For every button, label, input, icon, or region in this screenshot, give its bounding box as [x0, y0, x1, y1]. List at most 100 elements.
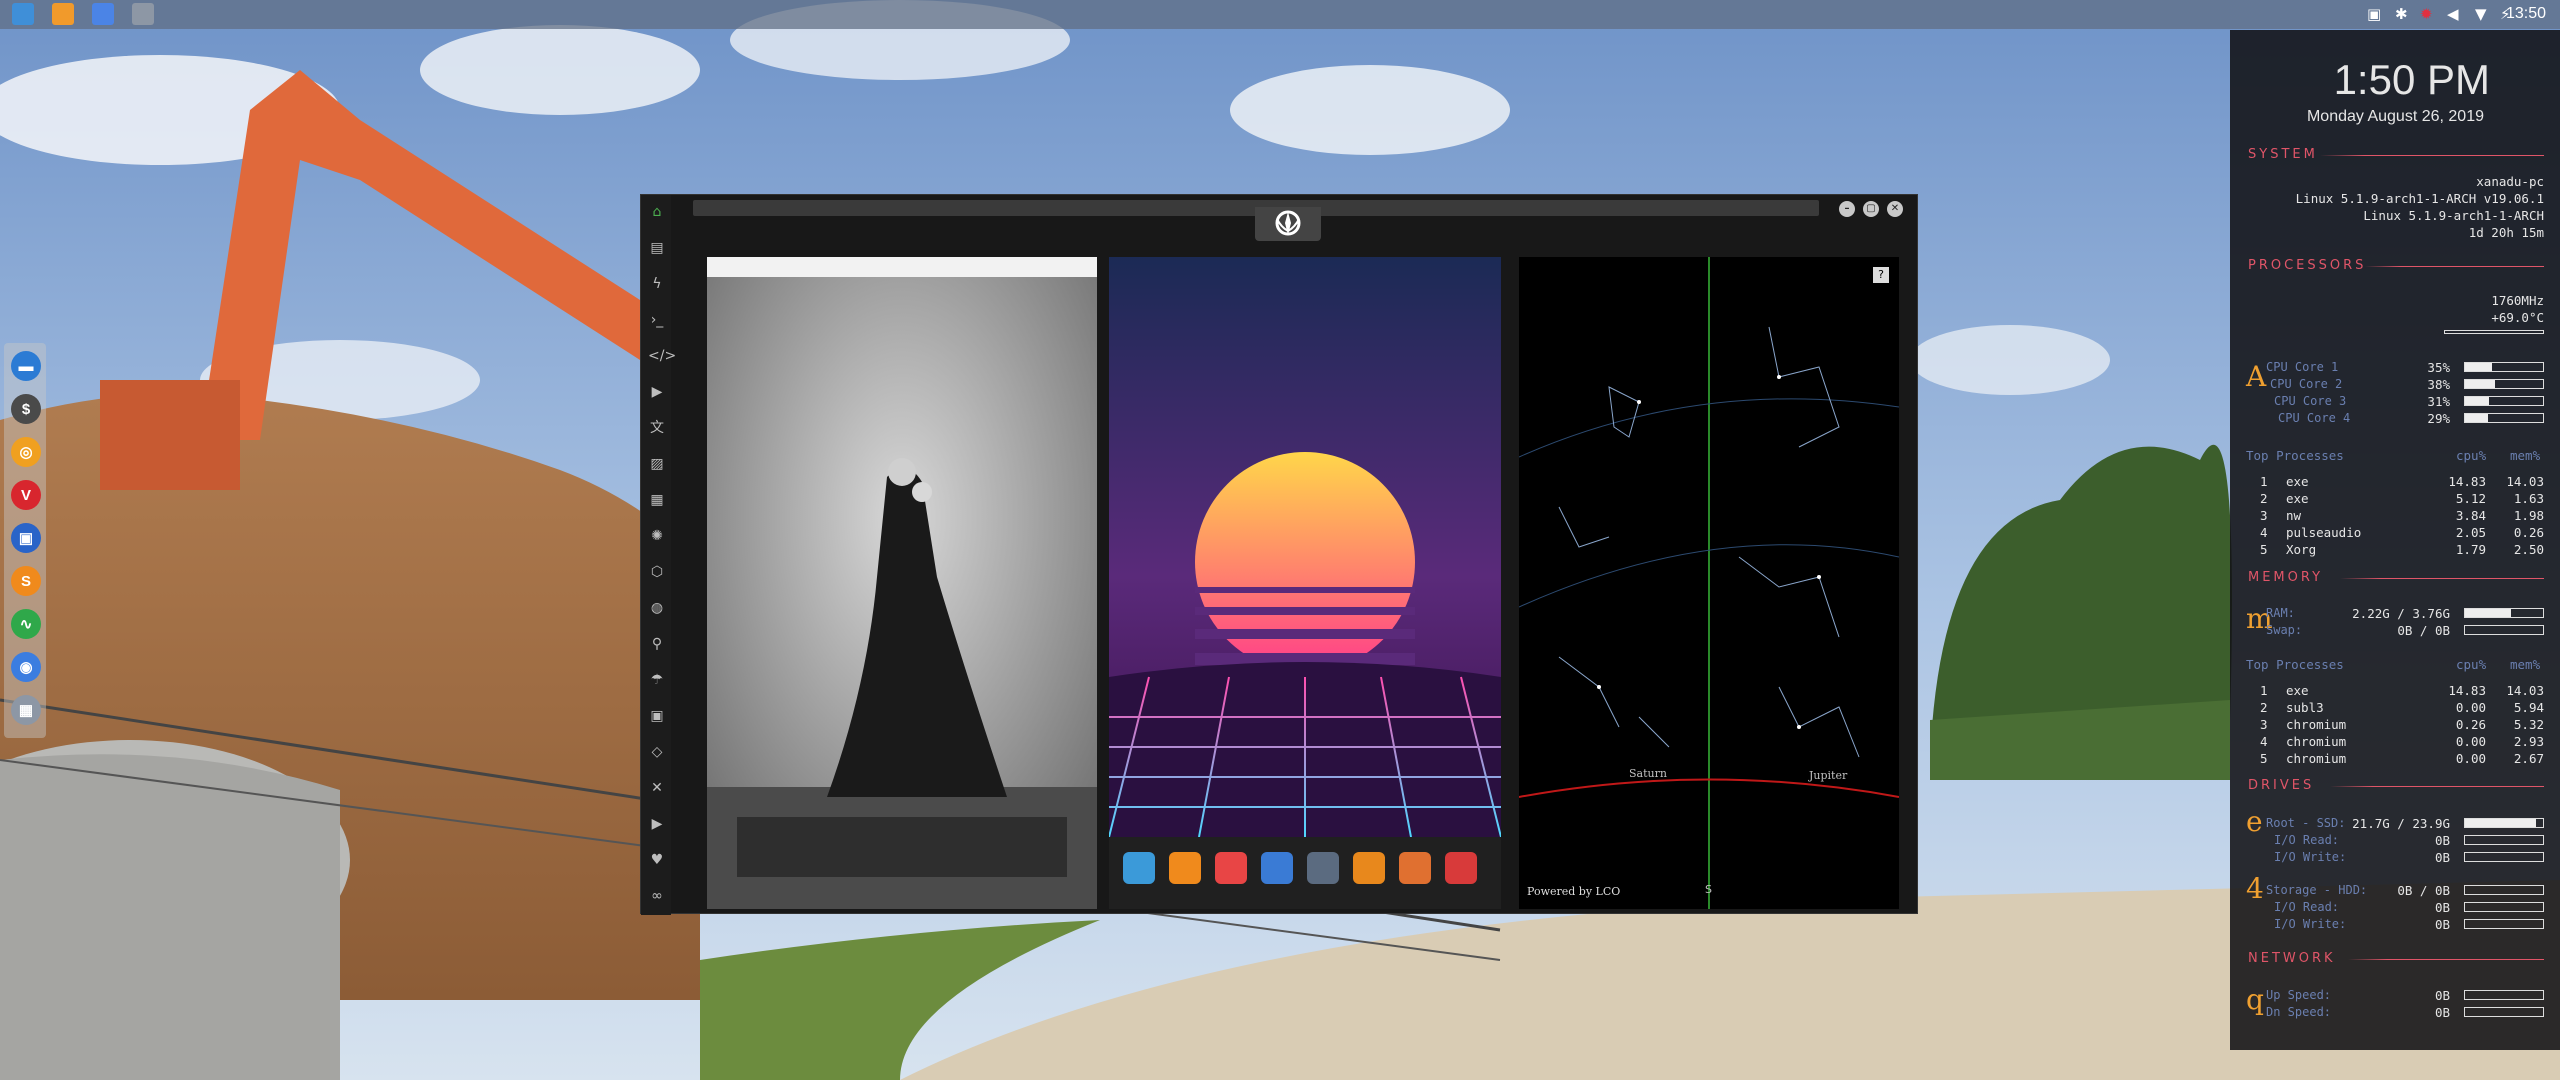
meridian-label: S [1705, 883, 1712, 896]
mem-process-name: subl3 [2286, 700, 2324, 715]
drives-glyph: e [2246, 805, 2263, 838]
grid-icon[interactable]: ▦ [11, 695, 41, 725]
bluetooth-icon[interactable]: ✱ [2395, 5, 2408, 23]
file-manager-icon[interactable] [12, 3, 34, 25]
rebel-emblem-icon [1275, 210, 1301, 236]
mem-process-rank: 2 [2260, 700, 2268, 715]
root-io-read-label: I/O Read: [2274, 833, 2340, 847]
vivaldi-icon[interactable]: V [11, 480, 41, 510]
magnifier-icon[interactable] [1353, 852, 1385, 884]
code-icon[interactable]: </> [648, 347, 676, 365]
planet-label-saturn: Saturn [1629, 767, 1667, 780]
root-label: Root - SSD: [2266, 816, 2346, 830]
cpu-total-bar [2444, 330, 2544, 334]
calendar-icon[interactable] [1215, 852, 1247, 884]
youtube-icon[interactable]: ▶ [648, 815, 666, 833]
money-manager-icon[interactable]: $ [11, 394, 41, 424]
mem-process-mem: 5.94 [2513, 700, 2544, 715]
news-icon[interactable]: ▦ [648, 491, 666, 509]
mountain-icon[interactable] [1445, 852, 1477, 884]
synthwave-panel [1109, 257, 1501, 909]
home-icon[interactable]: ⌂ [648, 203, 666, 221]
sublime-s-icon[interactable]: S [11, 566, 41, 596]
cpu-process-name: pulseaudio [2286, 525, 2362, 540]
root-io-write: 0B [2434, 850, 2450, 865]
arrow-icon[interactable] [1169, 852, 1201, 884]
screenshot-icon[interactable]: ▣ [11, 523, 41, 553]
mem-process-name: chromium [2286, 734, 2347, 749]
document-icon[interactable]: ▤ [648, 239, 666, 257]
cpu-frequency: 1760MHz [2491, 293, 2544, 308]
maximize-button[interactable]: ▢ [1863, 201, 1879, 217]
terminal-icon[interactable]: ›_ [648, 311, 666, 329]
picture-icon[interactable] [1399, 852, 1431, 884]
globe-icon[interactable] [1261, 852, 1293, 884]
portrait-photo [707, 257, 1097, 909]
notification-icon[interactable]: ✹ [2420, 5, 2433, 23]
synthwave-wallpaper [1109, 257, 1501, 838]
cpu-process-cpu: 1.79 [2455, 542, 2486, 557]
cpu-process-cpu: 3.84 [2455, 508, 2486, 523]
expand-icon[interactable]: ✕ [648, 779, 666, 797]
memory-divider [2340, 578, 2544, 579]
cpu-process-mem: 1.98 [2513, 508, 2544, 523]
mem-process-rank: 5 [2260, 751, 2268, 766]
app-window: ⌂ ▤ ϟ ›_ </> ▶ 文 ▨ ▦ ✺ ⬡ ◍ ⚲ ☂ ▣ ◇ ✕ ▶ ♥ ∞ – ▢ ✕ [640, 194, 1918, 915]
play-icon[interactable]: ▶ [648, 383, 666, 401]
volume-icon[interactable]: ◀ [2447, 5, 2459, 23]
calculator-icon[interactable] [1123, 852, 1155, 884]
cpu-process-rank: 1 [2260, 474, 2268, 489]
help-button[interactable]: ? [1873, 267, 1889, 283]
bolt-icon[interactable]: ϟ [648, 275, 666, 293]
mem-process-name: exe [2286, 683, 2309, 698]
system-divider [2320, 155, 2544, 156]
kernel-version: Linux 5.1.9-arch1-1-ARCH v19.06.1 [2295, 191, 2544, 206]
wifi-icon[interactable]: ▼ [2475, 5, 2487, 23]
sublime-text-icon[interactable] [52, 3, 74, 25]
contact-icon[interactable]: ▣ [648, 707, 666, 725]
root-io-read: 0B [2434, 833, 2450, 848]
system-monitor-icon[interactable]: ∿ [11, 609, 41, 639]
conky-time: 1:50 PM [2333, 56, 2490, 103]
storage-io-read: 0B [2434, 900, 2450, 915]
lifebuoy-icon[interactable]: ◎ [11, 437, 41, 467]
planet-label-jupiter: Jupiter [1809, 769, 1848, 782]
settings-icon[interactable]: ✺ [648, 527, 666, 545]
uptime: 1d 20h 15m [2468, 225, 2544, 240]
cpu-process-cpu: 14.83 [2448, 474, 2486, 489]
storage-read-bar [2464, 902, 2544, 912]
cpu-process-mem: 14.03 [2506, 474, 2544, 489]
cpu-process-mem: 0.26 [2513, 525, 2544, 540]
memory-heading: MEMORY [2248, 570, 2324, 585]
hexagon-icon[interactable]: ⬡ [648, 563, 666, 581]
emblem-tab[interactable] [1255, 207, 1321, 241]
chromium-icon[interactable] [92, 3, 114, 25]
cpu-process-cpu: 2.05 [2455, 525, 2486, 540]
close-button[interactable]: ✕ [1887, 201, 1903, 217]
translate-icon[interactable]: 文 [648, 419, 666, 437]
storage-io-write-label: I/O Write: [2274, 917, 2347, 931]
cpu-core-bar [2464, 362, 2544, 372]
cpu-core-label: CPU Core 4 [2278, 411, 2351, 425]
search-icon[interactable]: ⚲ [648, 635, 666, 653]
clock-icon[interactable] [1307, 852, 1339, 884]
storage-label: Storage - HDD: [2266, 883, 2368, 897]
screenshot-tray-icon[interactable]: ▣ [2367, 5, 2381, 23]
globe-icon[interactable]: ◍ [648, 599, 666, 617]
chrome-icon[interactable]: ◉ [11, 652, 41, 682]
conky-monitor: 1:50 PM Monday August 26, 2019 SYSTEM xa… [2230, 30, 2560, 1050]
mem-col-header: mem% [2510, 448, 2541, 463]
mem-process-rank: 1 [2260, 683, 2268, 698]
panel-clock[interactable]: 13:50 [2506, 5, 2546, 23]
umbrella-icon[interactable]: ☂ [648, 671, 666, 689]
heart-icon[interactable]: ♥ [648, 851, 666, 869]
minimize-button[interactable]: – [1839, 201, 1855, 217]
mem-process-mem: 2.67 [2513, 751, 2544, 766]
chevrons-icon[interactable]: ◇ [648, 743, 666, 761]
image-icon[interactable]: ▨ [648, 455, 666, 473]
cpu-core-value: 31% [2427, 394, 2450, 409]
workspace-grid-icon[interactable] [132, 3, 154, 25]
infinity-icon[interactable]: ∞ [648, 887, 666, 905]
conky-date: Monday August 26, 2019 [2306, 108, 2484, 125]
files-icon[interactable]: ▬ [11, 351, 41, 381]
